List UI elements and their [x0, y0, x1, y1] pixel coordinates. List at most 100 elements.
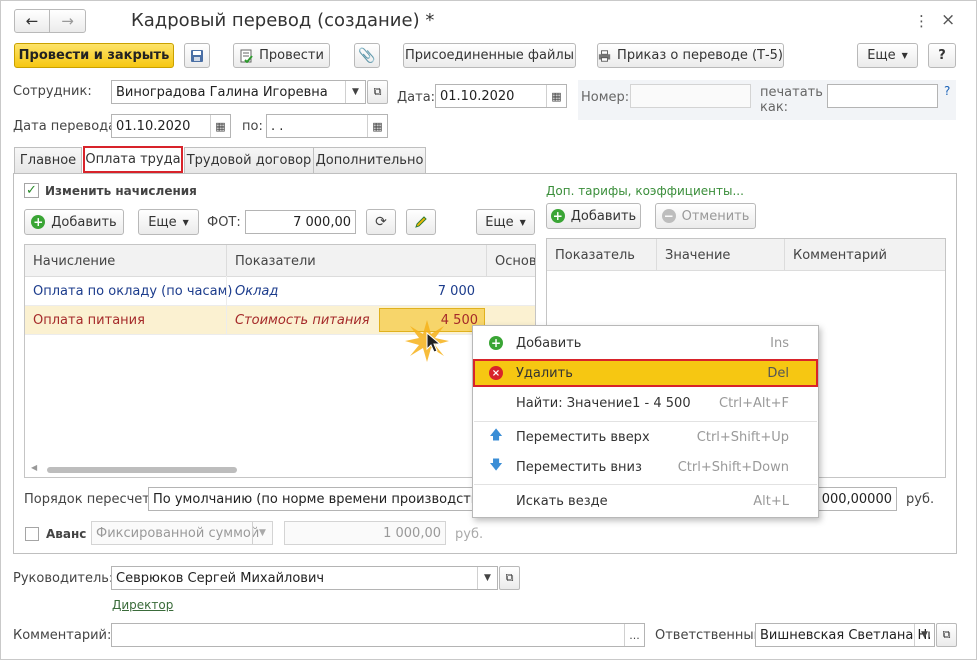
forward-button[interactable]: →	[49, 9, 86, 33]
post-button[interactable]: Провести	[233, 43, 330, 68]
menu-item-search-everywhere[interactable]: Искать везде Alt+L	[473, 487, 818, 515]
attach-button[interactable]: 📎	[354, 43, 380, 68]
tab-main[interactable]: Главное	[14, 147, 82, 173]
until-field[interactable]: . . ▦	[266, 114, 388, 138]
more-vertical-icon[interactable]: ⋮	[914, 12, 929, 30]
attached-files-button[interactable]: Присоединенные файлы	[403, 43, 576, 68]
edit-button[interactable]	[406, 209, 436, 235]
horizontal-scrollbar[interactable]	[47, 467, 237, 473]
responsible-field[interactable]: Вишневская Светлана Ни ▼	[755, 623, 935, 647]
menu-item-delete[interactable]: × Удалить Del	[473, 359, 818, 387]
number-label: Номер:	[581, 90, 630, 105]
advance-amount-field[interactable]: 1 000,00	[284, 521, 446, 545]
tab-additional[interactable]: Дополнительно	[313, 147, 426, 173]
back-button[interactable]: ←	[14, 9, 50, 33]
plus-icon: +	[31, 215, 46, 229]
tab-contract[interactable]: Трудовой договор	[184, 147, 314, 173]
total-currency: руб.	[906, 492, 935, 507]
change-accruals-checkbox[interactable]: ✓	[24, 183, 39, 198]
employee-field[interactable]: Виноградова Галина Игоревна ▼	[111, 80, 366, 104]
print-as-help[interactable]: ?	[944, 84, 950, 98]
menu-item-move-down[interactable]: 🡇 Переместить вниз Ctrl+Shift+Down	[473, 453, 818, 481]
add-icon: +	[489, 336, 503, 350]
column-header[interactable]: Значение	[657, 239, 785, 271]
comment-field[interactable]: ...	[111, 623, 645, 647]
refresh-icon: ⟳	[375, 214, 387, 230]
accrual-name-cell: Оплата по окладу (по часам)	[33, 284, 233, 299]
menu-separator	[474, 484, 817, 485]
table-header: Показатель Значение Комментарий	[547, 239, 945, 271]
date-field[interactable]: 01.10.2020 ▦	[435, 84, 567, 108]
page-title: Кадровый перевод (создание) *	[131, 10, 435, 31]
more-accruals-button-2[interactable]: Еще ▼	[476, 209, 535, 235]
arrow-right-icon: →	[61, 12, 74, 30]
column-header[interactable]: Основа	[487, 245, 535, 277]
column-header[interactable]: Показатели	[227, 245, 487, 277]
dropdown-icon[interactable]: ▼	[252, 522, 272, 544]
indicator-cell: Оклад	[235, 284, 279, 299]
recalc-field[interactable]: По умолчанию (по норме времени производс…	[148, 487, 478, 511]
pencil-icon	[415, 216, 427, 228]
print-order-button[interactable]: Приказ о переводе (Т-5)	[597, 43, 784, 68]
column-header[interactable]: Комментарий	[785, 239, 945, 271]
menu-item-add[interactable]: + Добавить Ins	[473, 329, 818, 357]
open-employee-button[interactable]: ⧉	[367, 80, 388, 104]
help-button[interactable]: ?	[928, 43, 956, 68]
advance-checkbox[interactable]	[25, 527, 39, 541]
manager-field[interactable]: Севрюков Сергей Михайлович ▼	[111, 566, 498, 590]
manager-position-link[interactable]: Директор	[112, 598, 173, 612]
close-icon[interactable]: ×	[941, 10, 955, 30]
fot-field[interactable]: 7 000,00	[245, 210, 356, 234]
column-header[interactable]: Показатель	[547, 239, 657, 271]
column-header[interactable]: Начисление	[25, 245, 227, 277]
caret-down-icon: ▼	[519, 217, 526, 227]
ellipsis-icon[interactable]: ...	[624, 624, 644, 646]
date-label: Дата:	[397, 90, 436, 105]
floppy-disk-icon	[191, 49, 203, 62]
extra-tariffs-link[interactable]: Доп. тарифы, коэффициенты...	[546, 184, 744, 198]
menu-item-find[interactable]: Найти: Значение1 - 4 500 Ctrl+Alt+F	[473, 389, 818, 417]
table-row[interactable]: Оплата по окладу (по часам) Оклад 7 000	[25, 277, 535, 306]
post-and-close-button[interactable]: Провести и закрыть	[14, 43, 174, 68]
advance-currency: руб.	[455, 527, 484, 542]
comment-label: Комментарий:	[13, 628, 112, 643]
scroll-left-icon[interactable]: ◀	[31, 463, 37, 472]
dropdown-icon[interactable]: ▼	[914, 624, 934, 646]
minus-icon: −	[661, 209, 676, 223]
menu-separator	[474, 421, 817, 422]
more-accruals-button[interactable]: Еще ▼	[138, 209, 199, 235]
plus-icon: +	[550, 209, 565, 223]
add-extra-button[interactable]: + Добавить	[546, 203, 641, 229]
value-cell[interactable]: 7 000	[377, 277, 481, 306]
transfer-date-field[interactable]: 01.10.2020 ▦	[111, 114, 231, 138]
tab-pay[interactable]: Оплата труда	[83, 146, 183, 173]
cancel-extra-button[interactable]: − Отменить	[655, 203, 756, 229]
calendar-icon[interactable]: ▦	[210, 115, 230, 137]
number-field[interactable]	[630, 84, 751, 108]
table-row[interactable]: Оплата питания Стоимость питания 4 500	[25, 306, 535, 335]
more-button[interactable]: Еще ▼	[857, 43, 918, 68]
table-header: Начисление Показатели Основа	[25, 245, 535, 277]
dropdown-icon[interactable]: ▼	[345, 81, 365, 103]
refresh-button[interactable]: ⟳	[366, 209, 396, 235]
calendar-icon[interactable]: ▦	[367, 115, 387, 137]
paperclip-icon: 📎	[358, 47, 376, 64]
delete-icon: ×	[489, 366, 503, 380]
open-manager-button[interactable]: ⧉	[499, 566, 520, 590]
advance-type-field[interactable]: Фиксированной суммой ▼	[91, 521, 273, 545]
column-divider	[226, 276, 227, 334]
open-icon: ⧉	[373, 85, 382, 98]
arrow-left-icon: ←	[25, 12, 39, 30]
dropdown-icon[interactable]: ▼	[477, 567, 497, 589]
save-button[interactable]	[184, 43, 210, 68]
total-field[interactable]: 17 000,00000	[817, 487, 897, 511]
open-responsible-button[interactable]: ⧉	[936, 623, 957, 647]
calendar-icon[interactable]: ▦	[546, 85, 566, 107]
menu-item-move-up[interactable]: 🡅 Переместить вверх Ctrl+Shift+Up	[473, 423, 818, 451]
print-as-field[interactable]	[827, 84, 938, 108]
document-post-icon	[240, 49, 253, 63]
arrow-up-icon: 🡅	[489, 428, 503, 443]
add-accrual-button[interactable]: + Добавить	[24, 209, 124, 235]
mouse-cursor-icon	[426, 332, 442, 353]
until-label: по:	[242, 119, 263, 134]
